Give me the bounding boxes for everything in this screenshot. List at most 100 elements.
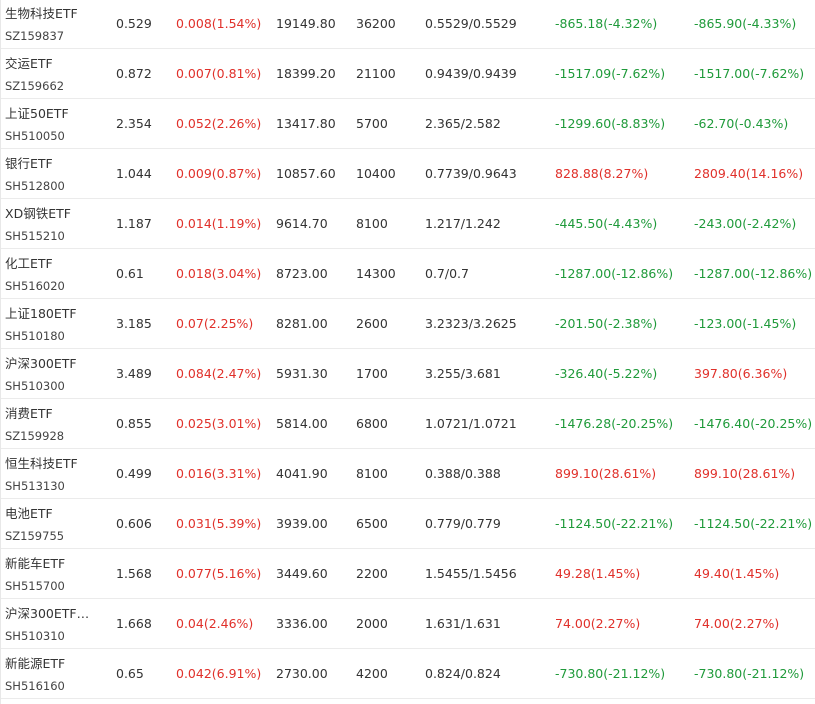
profit-loss-alt: -1287.00(-12.86%) [694, 266, 813, 281]
cost-price: 1.5455/1.5456 [425, 566, 517, 581]
current-price: 0.529 [116, 16, 152, 31]
price-change: 0.014(1.19%) [176, 216, 262, 231]
profit-loss-alt: -243.00(-2.42%) [694, 216, 797, 231]
fund-code: SZ159755 [5, 529, 65, 543]
price-change: 0.084(2.47%) [176, 366, 262, 381]
profit-loss: -326.40(-5.22%) [555, 366, 658, 381]
holding-quantity: 36200 [356, 16, 396, 31]
profit-loss: 899.10(28.61%) [555, 466, 657, 481]
table-row[interactable]: 化工ETF SH516020 0.61 0.018(3.04%) 8723.00 1430… [1, 250, 815, 299]
profit-loss-alt: 397.80(6.36%) [694, 366, 788, 381]
current-price: 1.668 [116, 616, 152, 631]
holding-quantity: 2200 [356, 566, 388, 581]
cost-price: 0.7739/0.9643 [425, 166, 517, 181]
profit-loss-alt: -865.90(-4.33%) [694, 16, 797, 31]
price-change: 0.07(2.25%) [176, 316, 254, 331]
fund-code: SZ159837 [5, 29, 65, 43]
profit-loss: -1287.00(-12.86%) [555, 266, 674, 281]
table-row[interactable]: XD钢铁ETF SH515210 1.187 0.014(1.19%) 9614.70 8… [1, 200, 815, 249]
fund-name: 新能车ETF [5, 556, 66, 571]
fund-code: SH512800 [5, 179, 65, 193]
fund-name: 新能源ETF [5, 656, 66, 671]
market-value: 5814.00 [276, 416, 328, 431]
holding-quantity: 8100 [356, 466, 388, 481]
table-row[interactable]: 交运ETF SZ159662 0.872 0.007(0.81%) 18399.20 21… [1, 50, 815, 99]
fund-name: 银行ETF [5, 156, 53, 171]
profit-loss: 828.88(8.27%) [555, 166, 649, 181]
current-price: 2.354 [116, 116, 152, 131]
market-value: 13417.80 [276, 116, 336, 131]
current-price: 3.185 [116, 316, 152, 331]
cost-price: 0.388/0.388 [425, 466, 501, 481]
table-row[interactable]: 生物科技ETF SZ159837 0.529 0.008(1.54%) 19149.80… [1, 0, 815, 49]
market-value: 9614.70 [276, 216, 328, 231]
table-row[interactable]: 恒生科技ETF SH513130 0.499 0.016(3.31%) 4041.90 8… [1, 450, 815, 499]
holding-quantity: 1700 [356, 366, 388, 381]
table-row[interactable]: 新能源ETF SH516160 0.65 0.042(6.91%) 2730.00 420… [1, 650, 815, 699]
table-row[interactable]: 消费ETF SZ159928 0.855 0.025(3.01%) 5814.00 680… [1, 400, 815, 449]
current-price: 0.855 [116, 416, 152, 431]
table-row[interactable]: 电池ETF SZ159755 0.606 0.031(5.39%) 3939.00 650… [1, 500, 815, 549]
current-price: 1.568 [116, 566, 152, 581]
current-price: 0.606 [116, 516, 152, 531]
fund-name: 化工ETF [5, 256, 53, 271]
market-value: 3449.60 [276, 566, 328, 581]
price-change: 0.077(5.16%) [176, 566, 262, 581]
price-change: 0.007(0.81%) [176, 66, 262, 81]
holding-quantity: 14300 [356, 266, 396, 281]
cost-price: 1.0721/1.0721 [425, 416, 517, 431]
fund-name: 沪深300ETF… [5, 606, 90, 621]
fund-name: 恒生科技ETF [5, 456, 78, 471]
table-row[interactable]: 上证50ETF SH510050 2.354 0.052(2.26%) 13417.80… [1, 100, 815, 149]
profit-loss: -445.50(-4.43%) [555, 216, 658, 231]
cost-price: 3.255/3.681 [425, 366, 501, 381]
current-price: 1.187 [116, 216, 152, 231]
cost-price: 0.5529/0.5529 [425, 16, 517, 31]
market-value: 8723.00 [276, 266, 328, 281]
table-row[interactable]: 沪深300ETF… SH510310 1.668 0.04(2.46%) 3336.00… [1, 600, 815, 649]
current-price: 1.044 [116, 166, 152, 181]
fund-code: SH515210 [5, 229, 65, 243]
fund-code: SH513130 [5, 479, 65, 493]
fund-name: 上证180ETF [5, 306, 77, 321]
holding-quantity: 10400 [356, 166, 396, 181]
fund-code: SZ159928 [5, 429, 65, 443]
fund-name: 上证50ETF [5, 106, 69, 121]
profit-loss: -1299.60(-8.83%) [555, 116, 666, 131]
profit-loss-alt: 74.00(2.27%) [694, 616, 780, 631]
fund-code: SH515700 [5, 579, 65, 593]
profit-loss: -865.18(-4.32%) [555, 16, 658, 31]
current-price: 0.61 [116, 266, 144, 281]
holding-quantity: 21100 [356, 66, 396, 81]
price-change: 0.04(2.46%) [176, 616, 254, 631]
table-row[interactable]: 沪深300ETF SH510300 3.489 0.084(2.47%) 5931.30… [1, 350, 815, 399]
holding-quantity: 6800 [356, 416, 388, 431]
profit-loss: -1124.50(-22.21%) [555, 516, 674, 531]
fund-code: SH510050 [5, 129, 65, 143]
table-row[interactable]: 新能车ETF SH515700 1.568 0.077(5.16%) 3449.60 22… [1, 550, 815, 599]
profit-loss: -201.50(-2.38%) [555, 316, 658, 331]
holding-quantity: 2600 [356, 316, 388, 331]
profit-loss: 74.00(2.27%) [555, 616, 641, 631]
fund-name: 生物科技ETF [5, 6, 78, 21]
cost-price: 1.217/1.242 [425, 216, 501, 231]
market-value: 10857.60 [276, 166, 336, 181]
price-change: 0.052(2.26%) [176, 116, 262, 131]
market-value: 5931.30 [276, 366, 328, 381]
market-value: 2730.00 [276, 666, 328, 681]
table-row[interactable]: 上证180ETF SH510180 3.185 0.07(2.25%) 8281.00 2… [1, 300, 815, 349]
fund-code: SH516020 [5, 279, 65, 293]
current-price: 0.65 [116, 666, 144, 681]
table-row[interactable]: 银行ETF SH512800 1.044 0.009(0.87%) 10857.60 10… [1, 150, 815, 199]
market-value: 18399.20 [276, 66, 336, 81]
current-price: 0.872 [116, 66, 152, 81]
current-price: 0.499 [116, 466, 152, 481]
profit-loss-alt: -1517.00(-7.62%) [694, 66, 805, 81]
fund-name: 沪深300ETF [5, 356, 77, 371]
market-value: 4041.90 [276, 466, 328, 481]
price-change: 0.042(6.91%) [176, 666, 262, 681]
holding-quantity: 6500 [356, 516, 388, 531]
cost-price: 0.779/0.779 [425, 516, 501, 531]
current-price: 3.489 [116, 366, 152, 381]
profit-loss: -730.80(-21.12%) [555, 666, 666, 681]
